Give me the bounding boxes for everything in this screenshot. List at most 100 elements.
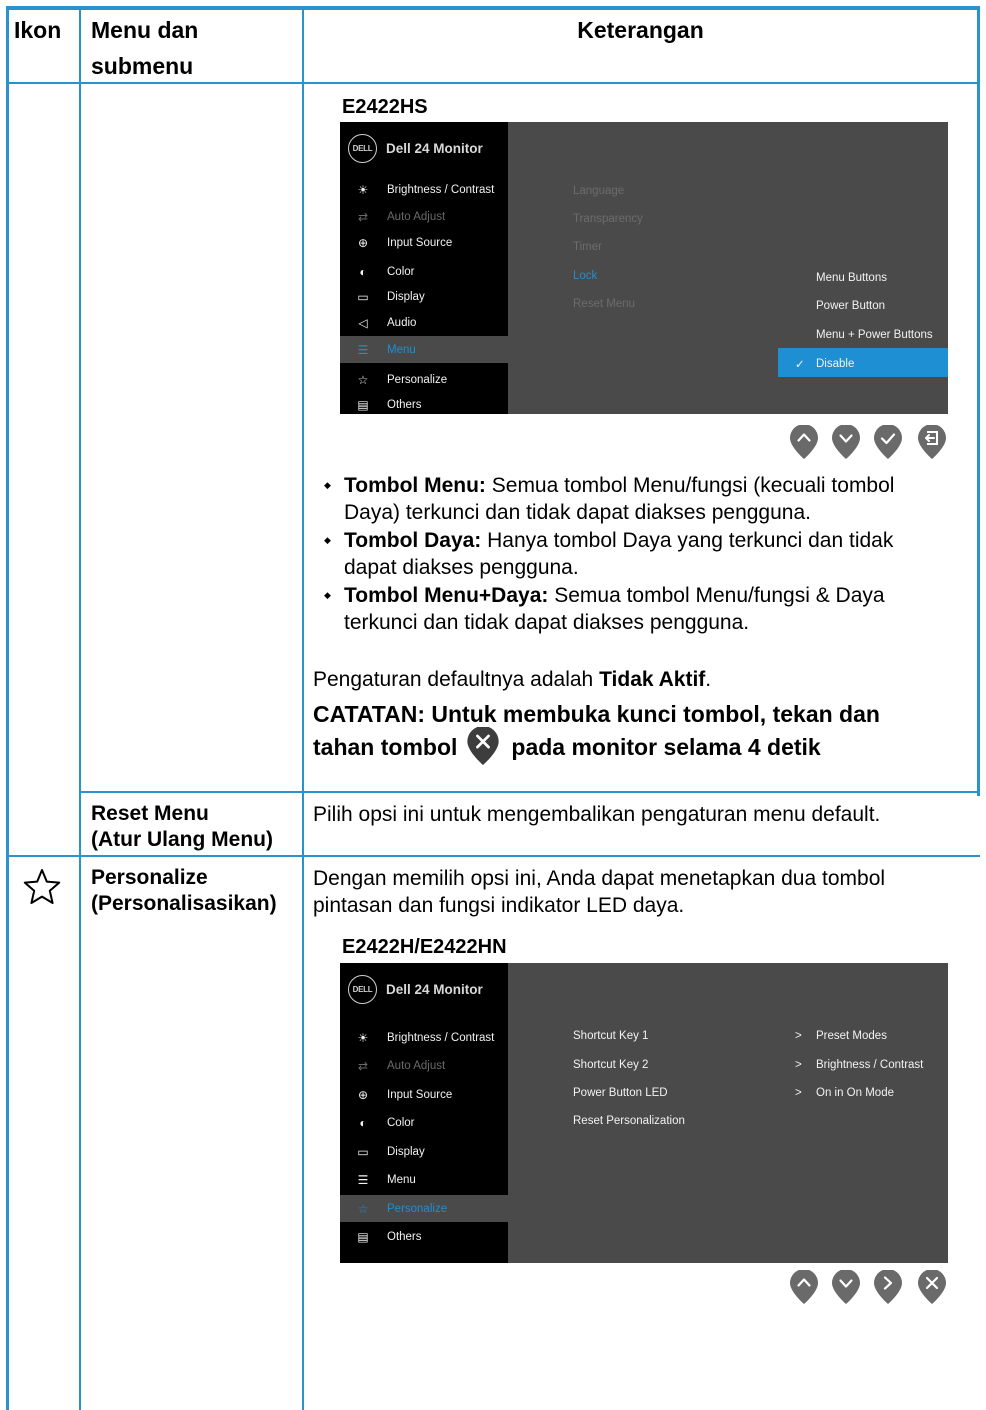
osd-submenu-timer: Timer <box>573 241 602 253</box>
back-button-icon <box>918 425 946 459</box>
osd-menu-label: Others <box>387 398 422 411</box>
osd-menu-label: Display <box>387 290 425 303</box>
dell-logo-icon: DELL <box>348 975 377 1004</box>
table-left-border <box>6 6 9 1410</box>
osd-menu-label: Menu <box>387 343 416 356</box>
star-icon <box>22 867 62 907</box>
osd-submenu-reset-personalization: Reset Personalization <box>573 1115 685 1127</box>
reset-menu-description: Pilih opsi ini untuk mengembalikan penga… <box>313 803 881 826</box>
osd-submenu-transparency: Transparency <box>573 213 643 225</box>
model-label-personalize: E2422H/E2422HN <box>342 936 507 958</box>
column-divider-menu <box>302 6 304 1410</box>
document-page: Ikon Menu dan submenu Keterangan E2422HS… <box>6 6 980 1410</box>
osd-option-menu-buttons: Menu Buttons <box>816 272 887 284</box>
osd-menu-item-color: ◐ Color <box>340 1109 508 1136</box>
osd-menu-label: Personalize <box>387 1202 448 1215</box>
default-setting-text: Pengaturan defaultnya adalah Tidak Aktif… <box>313 668 712 691</box>
display-icon: ▭ <box>357 289 369 304</box>
model-label-lock: E2422HS <box>342 96 428 118</box>
osd-submenu-shortcut-key-2: Shortcut Key 2 <box>573 1059 649 1071</box>
osd-menu-label: Personalize <box>387 373 448 386</box>
osd-menu-item-auto-adjust: ⇄ Auto Adjust <box>340 1052 508 1079</box>
menu-icon: ☰ <box>357 342 369 357</box>
osd-menu-label: Others <box>387 1230 422 1243</box>
brightness-icon: ☀ <box>357 1030 369 1045</box>
osd-menu-label: Input Source <box>387 1088 453 1101</box>
list-item: Tombol Menu: Semua tombol Menu/fungsi (k… <box>322 472 972 526</box>
osd-value-arrow-icon: > <box>795 1030 802 1042</box>
table-top-border <box>6 6 980 10</box>
menu-icon: ☰ <box>357 1172 369 1187</box>
audio-icon: ◁ <box>358 315 368 330</box>
list-item: Tombol Daya: Hanya tombol Daya yang terk… <box>322 527 972 581</box>
osd-menu-item-input-source: ⊕ Input Source <box>340 229 508 256</box>
osd-screenshot-lock: DELL Dell 24 Monitor ☀ Brightness / Contr… <box>340 122 948 414</box>
osd-menu-item-personalize: ☆ Personalize <box>340 366 508 393</box>
osd-menu-label: Brightness / Contrast <box>387 1031 495 1044</box>
osd-header: DELL Dell 24 Monitor <box>348 134 483 163</box>
reset-menu-name-line1: Reset Menu <box>91 802 209 825</box>
osd-check-icon: ✓ <box>795 359 805 371</box>
osd-menu-item-brightness-contrast: ☀ Brightness / Contrast <box>340 1024 508 1051</box>
osd-menu-label: Brightness / Contrast <box>387 183 495 196</box>
osd-value-on-in-on-mode: On in On Mode <box>816 1087 894 1099</box>
osd-header: DELL Dell 24 Monitor <box>348 975 483 1004</box>
osd-menu-item-input-source: ⊕ Input Source <box>340 1081 508 1108</box>
header-icon-column: Ikon <box>14 17 62 43</box>
osd-menu-label: Audio <box>387 316 417 329</box>
down-button-icon <box>832 425 860 459</box>
osd-submenu-shortcut-key-1: Shortcut Key 1 <box>573 1030 649 1042</box>
check-button-icon <box>874 425 902 459</box>
brightness-icon: ☀ <box>357 182 369 197</box>
personalize-description-line1: Dengan memilih opsi ini, Anda dapat mene… <box>313 867 886 890</box>
osd-menu-item-audio: ◁ Audio <box>340 309 508 336</box>
color-icon: ◐ <box>359 1115 367 1130</box>
display-icon: ▭ <box>357 1144 369 1159</box>
osd-title: Dell 24 Monitor <box>386 141 483 156</box>
others-icon: ▤ <box>357 1229 369 1244</box>
osd-menu-item-brightness-contrast: ☀ Brightness / Contrast <box>340 176 508 203</box>
osd-option-menu-power: Menu + Power Buttons <box>816 329 933 341</box>
osd-menu-label: Color <box>387 1116 415 1129</box>
osd-menu-label: Auto Adjust <box>387 1059 446 1072</box>
star-icon: ☆ <box>357 372 369 387</box>
dell-logo-icon: DELL <box>348 134 377 163</box>
osd-option-power-button: Power Button <box>816 300 886 312</box>
right-button-icon <box>874 1270 902 1304</box>
osd-option-disable: Disable <box>816 358 855 370</box>
osd-menu-label: Input Source <box>387 236 453 249</box>
input-source-icon: ⊕ <box>357 1087 369 1102</box>
osd-menu-item-auto-adjust: ⇄ Auto Adjust <box>340 203 508 230</box>
osd-value-arrow-icon: > <box>795 1087 802 1099</box>
header-description: Keterangan <box>577 17 704 43</box>
osd-menu-item-menu: ☰ Menu <box>340 336 508 363</box>
reset-menu-name-line2: (Atur Ulang Menu) <box>91 828 273 851</box>
personalize-name-line1: Personalize <box>91 866 208 889</box>
osd-submenu-power-button-led: Power Button LED <box>573 1087 668 1099</box>
osd-menu-item-menu: ☰ Menu <box>340 1166 508 1193</box>
personalize-description-line2: pintasan dan fungsi indikator LED daya. <box>313 894 685 917</box>
osd-value-preset-modes: Preset Modes <box>816 1030 887 1042</box>
table-right-border <box>977 6 980 796</box>
osd-value-arrow-icon: > <box>795 1059 802 1071</box>
osd-menu-item-display: ▭ Display <box>340 1138 508 1165</box>
header-menu-line2: submenu <box>91 53 194 79</box>
close-button-icon <box>467 726 500 765</box>
color-icon: ◐ <box>359 264 367 279</box>
personalize-name-line2: (Personalisasikan) <box>91 892 277 915</box>
osd-menu-item-others: ▤ Others <box>340 1223 508 1250</box>
up-button-icon <box>790 1270 818 1304</box>
up-button-icon <box>790 425 818 459</box>
osd-submenu-language: Language <box>573 185 625 197</box>
close-button-icon <box>918 1270 946 1304</box>
osd-menu-item-personalize: ☆ Personalize <box>340 1195 508 1222</box>
header-menu-line1: Menu dan <box>91 17 199 43</box>
auto-adjust-icon: ⇄ <box>357 209 369 224</box>
down-button-icon <box>832 1270 860 1304</box>
lock-row-divider <box>81 791 980 793</box>
osd-menu-item-others: ▤ Others <box>340 391 508 418</box>
osd-menu-label: Menu <box>387 1173 416 1186</box>
input-source-icon: ⊕ <box>357 235 369 250</box>
column-divider-icon <box>79 6 81 1410</box>
osd-menu-label: Color <box>387 265 415 278</box>
